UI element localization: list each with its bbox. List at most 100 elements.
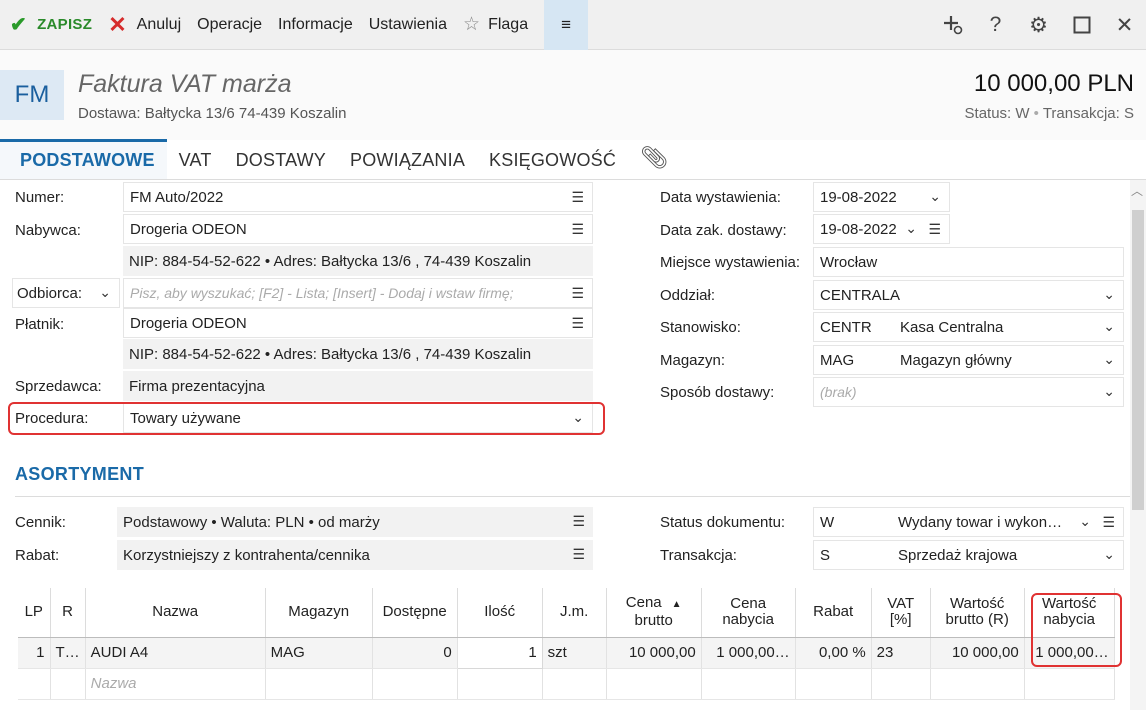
miejsce-input[interactable]: Wrocław bbox=[813, 247, 1124, 277]
cell-cena-brutto[interactable]: 10 000,00 bbox=[606, 637, 702, 669]
list-menu-icon[interactable]: ☰ bbox=[1102, 514, 1115, 531]
column-header-r[interactable]: R bbox=[50, 588, 86, 638]
assortment-table: LP R Nazwa Magazyn Dostępne Ilość J.m. C… bbox=[18, 588, 1115, 700]
table-row[interactable]: 1 T… AUDI A4 MAG 0 1 szt 10 000,00 1 000… bbox=[18, 636, 1115, 669]
cell-empty bbox=[50, 668, 86, 700]
operations-menu[interactable]: Operacje bbox=[189, 0, 270, 50]
column-header-rabat[interactable]: Rabat bbox=[795, 588, 872, 638]
rabat-value: Korzystniejszy z kontrahenta/cennika bbox=[123, 546, 370, 564]
tab-podstawowe[interactable]: PODSTAWOWE bbox=[0, 139, 167, 179]
cell-empty bbox=[372, 668, 458, 700]
close-icon[interactable]: ✕ bbox=[1103, 0, 1146, 50]
list-menu-icon[interactable]: ☰ bbox=[571, 221, 584, 238]
section-divider bbox=[15, 496, 1130, 497]
list-menu-icon[interactable]: ☰ bbox=[928, 221, 941, 238]
numer-field[interactable]: FM Auto/2022 ☰ bbox=[123, 182, 593, 212]
numer-label: Numer: bbox=[15, 189, 65, 206]
chevron-down-icon: ⌄ bbox=[929, 188, 941, 204]
save-button[interactable]: ✔ ZAPISZ bbox=[0, 0, 100, 50]
cell-rabat[interactable]: 0,00 % bbox=[795, 637, 872, 669]
column-header-jm[interactable]: J.m. bbox=[542, 588, 607, 638]
cell-empty bbox=[542, 668, 607, 700]
cell-vat[interactable]: 23 bbox=[871, 637, 931, 669]
paperclip-icon: 📎︎ bbox=[640, 145, 669, 170]
new-row-name-input[interactable]: Nazwa bbox=[85, 668, 266, 700]
list-menu-icon[interactable]: ☰ bbox=[571, 285, 584, 302]
data-zak-picker[interactable]: 19-08-2022 ⌄ ☰ bbox=[813, 214, 950, 244]
cell-ilosc[interactable]: 1 bbox=[456, 636, 543, 669]
list-menu-icon[interactable]: ☰ bbox=[572, 513, 585, 530]
cell-nazwa[interactable]: AUDI A4 bbox=[85, 637, 266, 669]
column-header-cena-brutto[interactable]: Cena ▲ brutto bbox=[606, 588, 702, 638]
tab-powiazania[interactable]: POWIĄZANIA bbox=[338, 139, 477, 179]
odbiorca-select[interactable]: Odbiorca: ⌄ bbox=[12, 278, 120, 308]
oddzial-label: Oddział: bbox=[660, 287, 716, 304]
cell-lp[interactable]: 1 bbox=[18, 637, 51, 669]
rabat-field[interactable]: Korzystniejszy z kontrahenta/cennika ☰ bbox=[117, 540, 593, 570]
odbiorca-search-input[interactable]: Pisz, aby wyszukać; [F2] - Lista; [Inser… bbox=[123, 278, 593, 308]
add-related-icon[interactable] bbox=[931, 0, 974, 50]
cell-r[interactable]: T… bbox=[50, 637, 86, 669]
column-header-ilosc[interactable]: Ilość bbox=[457, 588, 543, 638]
rabat-label: Rabat: bbox=[15, 547, 60, 564]
data-wystawienia-value: 19-08-2022 bbox=[820, 188, 897, 206]
platnik-info: NIP: 884-54-52-622 • Adres: Bałtycka 13/… bbox=[123, 339, 593, 369]
cancel-label: Anuluj bbox=[136, 15, 182, 33]
list-menu-icon[interactable]: ☰ bbox=[571, 189, 584, 206]
toolbar: ✔ ZAPISZ ✕ Anuluj Operacje Informacje Us… bbox=[0, 0, 1146, 50]
gear-icon[interactable]: ⚙ bbox=[1017, 0, 1060, 50]
nabywca-field[interactable]: Drogeria ODEON ☰ bbox=[123, 214, 593, 244]
new-row[interactable]: Nazwa bbox=[18, 668, 1115, 700]
chevron-down-icon: ⌄ bbox=[1103, 546, 1115, 562]
sposob-value: (brak) bbox=[820, 384, 857, 400]
cell-dostepne[interactable]: 0 bbox=[372, 637, 458, 669]
sposob-select[interactable]: (brak) ⌄ bbox=[813, 377, 1124, 407]
cell-wartosc-brutto[interactable]: 10 000,00 bbox=[930, 637, 1025, 669]
list-menu-icon[interactable]: ☰ bbox=[572, 546, 585, 563]
cell-jm[interactable]: szt bbox=[542, 637, 607, 669]
star-icon: ☆ bbox=[463, 14, 481, 35]
column-header-lp[interactable]: LP bbox=[18, 588, 51, 638]
hamburger-menu-button[interactable]: ≡ bbox=[544, 0, 589, 50]
status-label: Status: bbox=[964, 105, 1012, 122]
cennik-value: Podstawowy • Waluta: PLN • od marży bbox=[123, 513, 380, 531]
sposob-label: Sposób dostawy: bbox=[660, 384, 775, 401]
status-dokumentu-select[interactable]: W Wydany towar i wykon… ⌄ ☰ bbox=[813, 507, 1124, 537]
stanowisko-select[interactable]: CENTR Kasa Centralna ⌄ bbox=[813, 312, 1124, 342]
platnik-field[interactable]: Drogeria ODEON ☰ bbox=[123, 308, 593, 338]
status-dokumentu-name: Wydany towar i wykon… bbox=[898, 513, 1063, 531]
column-header-magazyn[interactable]: Magazyn bbox=[265, 588, 373, 638]
cancel-button[interactable]: ✕ Anuluj bbox=[100, 0, 189, 50]
help-icon[interactable]: ? bbox=[974, 0, 1017, 50]
tab-ksiegowosc[interactable]: KSIĘGOWOŚĆ bbox=[477, 139, 628, 179]
cell-cena-nabycia[interactable]: 1 000,00… bbox=[701, 637, 796, 669]
oddzial-select[interactable]: CENTRALA ⌄ bbox=[813, 280, 1124, 310]
tab-attachments[interactable]: 📎︎ bbox=[628, 139, 680, 179]
cennik-field[interactable]: Podstawowy • Waluta: PLN • od marży ☰ bbox=[117, 507, 593, 537]
miejsce-value: Wrocław bbox=[820, 253, 878, 271]
chevron-down-icon: ⌄ bbox=[1103, 351, 1115, 367]
magazyn-select[interactable]: MAG Magazyn główny ⌄ bbox=[813, 345, 1124, 375]
sprzedawca-value: Firma prezentacyjna bbox=[123, 371, 593, 401]
cell-magazyn[interactable]: MAG bbox=[265, 637, 373, 669]
tab-vat[interactable]: VAT bbox=[167, 139, 224, 179]
transakcja-select[interactable]: S Sprzedaż krajowa ⌄ bbox=[813, 540, 1124, 570]
settings-menu[interactable]: Ustawienia bbox=[361, 0, 455, 50]
sort-ascending-icon: ▲ bbox=[671, 599, 682, 611]
platnik-value: Drogeria ODEON bbox=[130, 314, 247, 332]
column-header-cena-nabycia[interactable]: Cena nabycia bbox=[701, 588, 796, 638]
scrollbar-thumb[interactable] bbox=[1132, 210, 1144, 510]
data-wystawienia-picker[interactable]: 19-08-2022 ⌄ bbox=[813, 182, 950, 212]
checkmark-icon: ✔ bbox=[10, 14, 28, 36]
list-menu-icon[interactable]: ☰ bbox=[571, 315, 584, 332]
column-header-nazwa[interactable]: Nazwa bbox=[85, 588, 266, 638]
tab-dostawy[interactable]: DOSTAWY bbox=[224, 139, 338, 179]
column-header-vat[interactable]: VAT [%] bbox=[871, 588, 931, 638]
column-header-wartosc-brutto[interactable]: Wartość brutto (R) bbox=[930, 588, 1025, 638]
cell-empty bbox=[795, 668, 872, 700]
scroll-up-icon[interactable]: ︿ bbox=[1131, 182, 1143, 199]
flag-button[interactable]: ☆ Flaga bbox=[455, 0, 536, 50]
column-header-dostepne[interactable]: Dostępne bbox=[372, 588, 458, 638]
maximize-icon[interactable] bbox=[1060, 0, 1103, 50]
information-menu[interactable]: Informacje bbox=[270, 0, 361, 50]
